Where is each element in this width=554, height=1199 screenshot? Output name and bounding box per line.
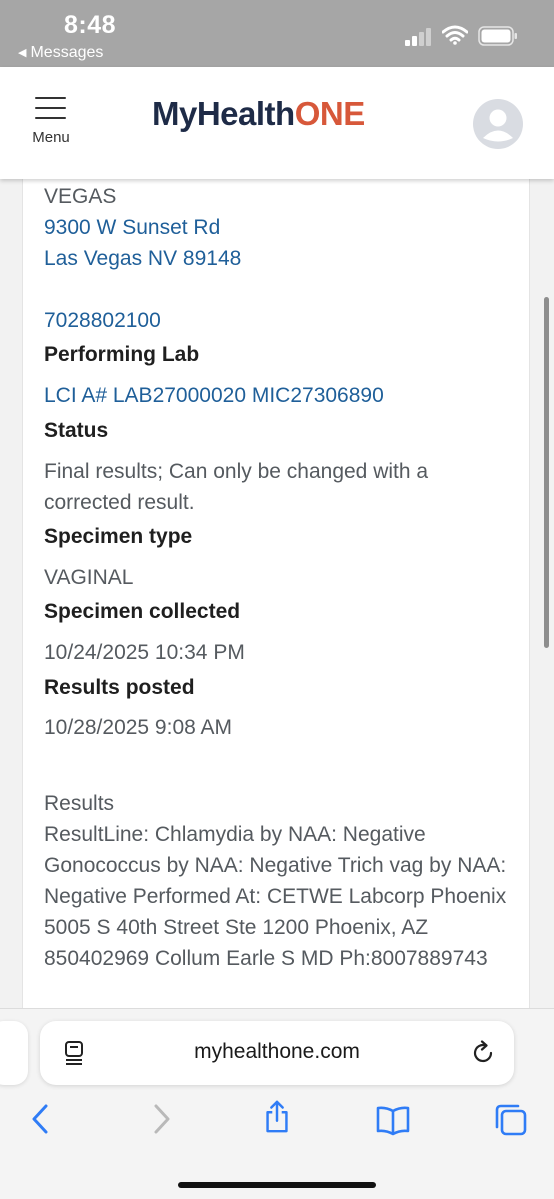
status-bar: 8:48 ◀ Messages <box>0 0 554 67</box>
results-posted-label: Results posted <box>44 676 195 699</box>
forward-arrow-icon[interactable] <box>144 1102 178 1136</box>
hamburger-icon <box>35 97 66 119</box>
user-avatar-icon[interactable] <box>473 99 523 149</box>
results-heading: Results <box>44 792 115 815</box>
browser-toolbar: myhealthone.com <box>0 1008 554 1199</box>
cellular-signal-icon <box>405 28 435 46</box>
address-line2-link[interactable]: Las Vegas NV 89148 <box>44 243 241 274</box>
address-line1-link[interactable]: 9300 W Sunset Rd <box>44 212 220 243</box>
performing-lab-label: Performing Lab <box>44 343 200 366</box>
results-text: ResultLine: Chlamydia by NAA: Negative G… <box>44 823 507 970</box>
address-bar[interactable]: myhealthone.com <box>40 1021 514 1085</box>
tabs-icon[interactable] <box>494 1103 528 1137</box>
back-app-label: Messages <box>30 44 104 61</box>
battery-icon <box>478 26 517 46</box>
menu-label: Menu <box>32 129 70 146</box>
status-time: 8:48 <box>64 11 117 39</box>
specimen-type-value: VAGINAL <box>44 566 134 589</box>
home-indicator[interactable] <box>178 1182 376 1188</box>
results-posted-value: 10/28/2025 9:08 AM <box>44 716 232 739</box>
url-text: myhealthone.com <box>194 1040 360 1063</box>
app-header: Menu MyHealthONE <box>0 67 554 179</box>
menu-button[interactable]: Menu <box>26 95 76 151</box>
status-value: Final results; Can only be changed with … <box>44 460 429 514</box>
wifi-icon <box>442 25 468 45</box>
logo-text-one: ONE <box>294 95 366 132</box>
specimen-collected-value: 10/24/2025 10:34 PM <box>44 641 245 664</box>
phone-link[interactable]: 7028802100 <box>44 305 161 336</box>
share-icon[interactable] <box>260 1100 294 1134</box>
status-label: Status <box>44 419 109 442</box>
myhealthone-logo[interactable]: MyHealthONE <box>152 95 365 133</box>
specimen-type-label: Specimen type <box>44 525 193 548</box>
back-triangle-icon: ◀ <box>18 47 27 59</box>
performing-lab-link[interactable]: LCI A# LAB27000020 MIC27306890 <box>44 380 384 411</box>
bookmarks-icon[interactable] <box>376 1103 410 1137</box>
back-arrow-icon[interactable] <box>24 1102 58 1136</box>
location-city: VEGAS <box>44 185 117 208</box>
previous-tab-preview[interactable] <box>0 1021 28 1085</box>
back-to-messages[interactable]: ◀ Messages <box>18 44 103 62</box>
page-scrollbar[interactable] <box>544 297 549 648</box>
lab-result-card: VEGAS 9300 W Sunset Rd Las Vegas NV 8914… <box>22 179 530 1008</box>
specimen-collected-label: Specimen collected <box>44 600 241 623</box>
reload-icon[interactable] <box>470 1040 496 1066</box>
logo-text-myhealth: MyHealth <box>152 95 295 132</box>
